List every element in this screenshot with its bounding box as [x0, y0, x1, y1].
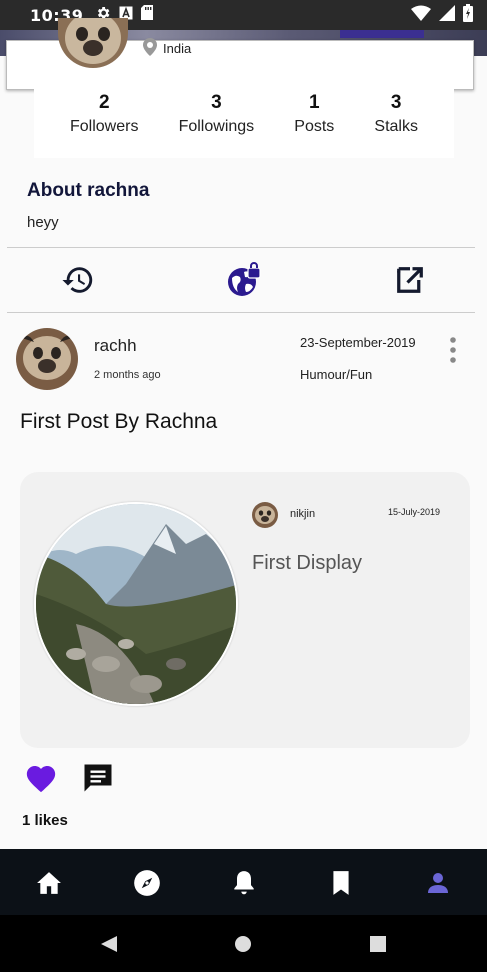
stat-label: Followers — [70, 118, 139, 135]
stat-posts[interactable]: 1 Posts — [294, 92, 334, 158]
stat-value: 2 — [98, 92, 110, 113]
profile-location: India — [143, 38, 191, 59]
globe-lock-icon[interactable] — [226, 262, 262, 298]
wifi-icon — [411, 5, 431, 26]
post-author-avatar[interactable] — [16, 328, 78, 390]
post-actions — [24, 760, 144, 796]
history-icon[interactable] — [60, 262, 96, 298]
shared-post-card[interactable]: nikjin 15-July-2019 First Display — [20, 472, 470, 748]
comment-icon[interactable] — [80, 760, 116, 801]
home-button-icon[interactable] — [232, 933, 254, 955]
stat-label: Followings — [178, 118, 255, 135]
shared-post-date: 15-July-2019 — [388, 507, 441, 517]
post-title: First Post By Rachna — [20, 410, 218, 433]
divider — [7, 312, 475, 313]
back-icon[interactable] — [98, 933, 120, 955]
heart-icon[interactable] — [24, 762, 58, 799]
profile-icon[interactable] — [424, 869, 452, 897]
recents-icon[interactable] — [367, 933, 389, 955]
stat-stalks[interactable]: 3 Stalks — [374, 92, 418, 158]
post-author-name[interactable]: rachh — [94, 336, 137, 356]
location-pin-icon — [143, 38, 157, 59]
shared-user-avatar[interactable] — [252, 502, 278, 528]
stat-label: Posts — [294, 118, 335, 135]
shared-post-title: First Display — [252, 552, 363, 574]
divider — [7, 247, 475, 248]
cover-action-button[interactable] — [340, 30, 424, 38]
post-date: 23-September-2019 — [300, 335, 416, 350]
signal-icon — [439, 4, 455, 26]
home-icon[interactable] — [35, 869, 63, 897]
stat-followings[interactable]: 3 Followings — [179, 92, 255, 158]
post-category: Humour/Fun — [300, 367, 373, 382]
shared-post-image[interactable] — [34, 502, 238, 706]
likes-count[interactable]: 1 likes — [22, 812, 68, 829]
notifications-icon[interactable] — [230, 869, 258, 897]
about-title: About rachna — [27, 180, 150, 201]
about-bio: heyy — [27, 214, 59, 231]
bottom-navigation — [0, 849, 487, 915]
edit-external-icon[interactable] — [392, 262, 428, 298]
explore-icon[interactable] — [133, 869, 161, 897]
stat-label: Stalks — [374, 118, 418, 135]
stat-followers[interactable]: 2 Followers — [70, 92, 138, 158]
post-header: rachh 2 months ago 23-September-2019 Hum… — [16, 328, 476, 392]
bookmark-icon[interactable] — [327, 869, 355, 897]
stat-value: 1 — [309, 92, 320, 113]
stat-value: 3 — [390, 92, 402, 113]
battery-icon — [463, 3, 473, 27]
post-time-ago: 2 months ago — [94, 369, 161, 381]
shared-user-name[interactable]: nikjin — [290, 508, 315, 520]
more-options-icon[interactable] — [448, 336, 458, 364]
system-navigation-bar — [0, 915, 487, 972]
location-text: India — [163, 41, 192, 56]
about-section: About rachna heyy — [27, 180, 149, 231]
profile-stats: 2 Followers 3 Followings 1 Posts 3 Stalk… — [34, 84, 454, 158]
stat-value: 3 — [211, 92, 222, 113]
sd-card-icon — [141, 5, 154, 25]
profile-toolbar — [0, 260, 487, 300]
